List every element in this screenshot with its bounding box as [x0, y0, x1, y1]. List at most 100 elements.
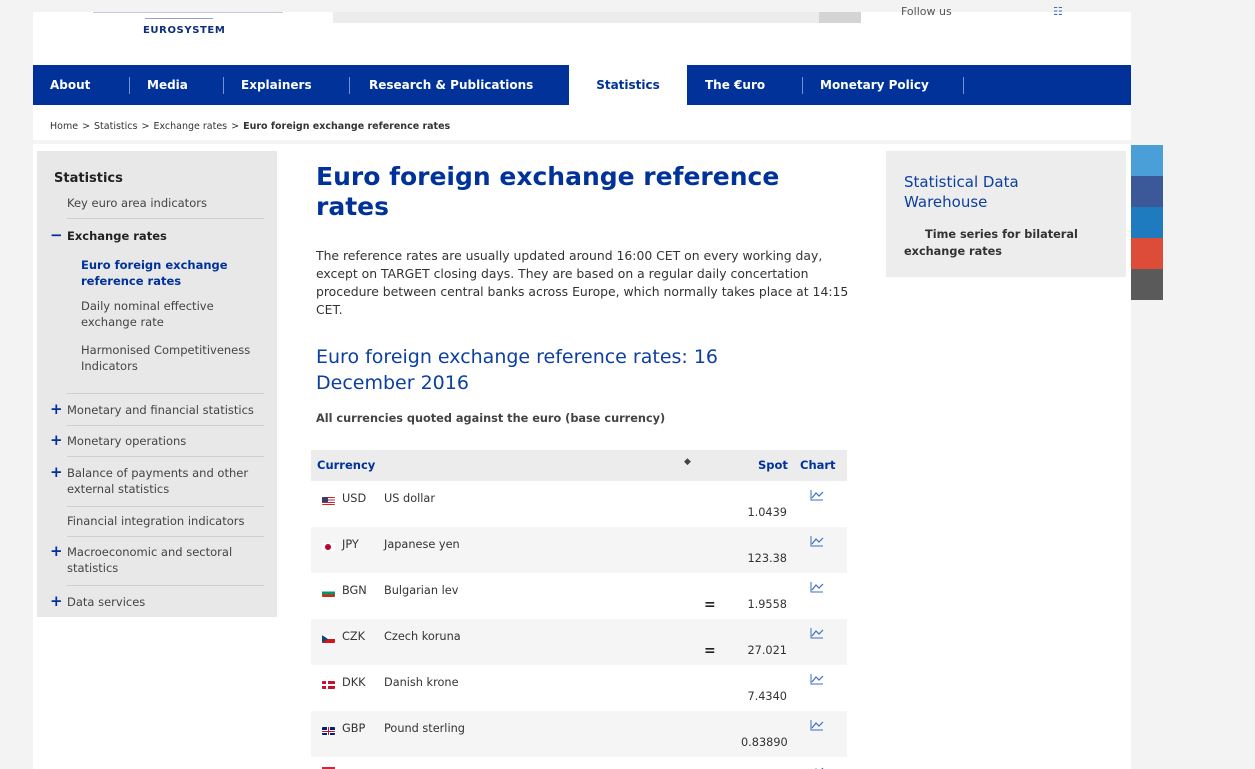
sdw-bilateral-link[interactable]: Time series for bilateral exchange rates — [904, 226, 1114, 260]
sidebar-title[interactable]: Statistics — [54, 171, 123, 186]
line-chart-icon[interactable] — [810, 627, 824, 639]
sidebar-divider — [67, 585, 264, 586]
share-linkedin-icon[interactable] — [1131, 207, 1163, 238]
nav-explainers[interactable]: Explainers — [241, 65, 312, 105]
search-input[interactable] — [333, 12, 819, 23]
header-spot[interactable]: Spot — [758, 458, 788, 472]
main-nav: About Media Explainers Research & Public… — [33, 65, 1131, 105]
sidebar-divider — [67, 506, 264, 507]
breadcrumb-home[interactable]: Home — [50, 121, 78, 132]
page-title: Euro foreign exchange reference rates — [316, 162, 780, 221]
currency-code: BGN — [342, 584, 367, 597]
nav-research-publications[interactable]: Research & Publications — [369, 65, 533, 105]
social-icon[interactable]: ☷ — [1053, 5, 1063, 18]
currency-name: Czech koruna — [384, 630, 461, 643]
nav-separator — [129, 77, 130, 94]
sidebar-item-financial-integration[interactable]: Financial integration indicators — [67, 513, 244, 529]
share-facebook-icon[interactable] — [1131, 176, 1163, 207]
spot-rate: 1.9558 — [747, 598, 787, 611]
share-email-icon[interactable] — [1131, 269, 1163, 300]
expand-icon[interactable]: + — [50, 463, 63, 481]
sidebar-item-key-indicators[interactable]: Key euro area indicators — [67, 195, 207, 211]
sidebar-divider — [67, 218, 264, 219]
sidebar-item-balance-of-payments[interactable]: Balance of payments and other external s… — [67, 465, 267, 497]
line-chart-icon[interactable] — [810, 719, 824, 731]
currency-code: USD — [342, 492, 367, 505]
sidebar-item-monetary-financial[interactable]: Monetary and financial statistics — [67, 402, 254, 418]
sidebar-divider — [67, 393, 264, 394]
share-google-icon[interactable] — [1131, 238, 1163, 269]
line-chart-icon[interactable] — [810, 581, 824, 593]
sidebar-item-data-services[interactable]: Data services — [67, 594, 145, 610]
nav-monetary-policy[interactable]: Monetary Policy — [820, 65, 929, 105]
breadcrumb-divider — [33, 140, 1131, 144]
currency-name: US dollar — [384, 492, 435, 505]
currency-name: Japanese yen — [384, 538, 460, 551]
line-chart-icon[interactable] — [810, 765, 824, 769]
sidebar-item-daily-nominal-rate[interactable]: Daily nominal effective exchange rate — [81, 298, 256, 330]
nav-separator — [349, 77, 350, 94]
nav-the-euro[interactable]: The €uro — [705, 65, 765, 105]
sidebar-item-macroeconomic[interactable]: Macroeconomic and sectoral statistics — [67, 544, 262, 576]
logo-rule — [145, 18, 213, 19]
logo-top-edge — [93, 12, 283, 15]
nav-about[interactable]: About — [50, 65, 90, 105]
table-header: Currency ◆ Spot Chart — [311, 450, 847, 481]
nav-separator — [963, 77, 964, 94]
breadcrumb-separator: > — [141, 121, 150, 132]
sort-icon[interactable]: ◆ — [684, 457, 691, 467]
sdw-title-link[interactable]: Statistical Data Warehouse — [904, 172, 1104, 212]
currency-code: DKK — [342, 676, 366, 689]
header: EUROSYSTEM Follow us ☷ — [33, 5, 1131, 64]
breadcrumb-exchange-rates[interactable]: Exchange rates — [153, 121, 227, 132]
line-chart-icon[interactable] — [810, 489, 824, 501]
currency-code: CZK — [342, 630, 366, 643]
table-row: DKK Danish krone 7.4340 — [311, 665, 847, 711]
table-row: JPY Japanese yen 123.38 — [311, 527, 847, 573]
line-chart-icon[interactable] — [810, 673, 824, 685]
unchanged-indicator: = — [704, 643, 716, 659]
flag-cz-icon — [322, 635, 335, 643]
table-row: CZK Czech koruna = 27.021 — [311, 619, 847, 665]
spot-rate: 123.38 — [747, 552, 787, 565]
breadcrumb-statistics[interactable]: Statistics — [94, 121, 137, 132]
table-row-partial — [311, 757, 847, 769]
sidebar-item-exchange-rates[interactable]: Exchange rates — [67, 228, 167, 244]
header-currency[interactable]: Currency — [317, 458, 375, 472]
flag-dk-icon — [322, 681, 335, 689]
breadcrumb-separator: > — [82, 121, 91, 132]
search-button[interactable] — [819, 12, 861, 23]
spot-rate: 0.83890 — [741, 736, 788, 749]
nav-statistics[interactable]: Statistics — [569, 65, 687, 105]
sidebar-item-harmonised-indicators[interactable]: Harmonised Competitiveness Indicators — [81, 342, 271, 374]
expand-icon[interactable]: + — [50, 431, 63, 449]
breadcrumb-current: Euro foreign exchange reference rates — [243, 121, 451, 132]
breadcrumb-separator: > — [231, 121, 240, 132]
sidebar-item-euro-reference-rates[interactable]: Euro foreign exchange reference rates — [81, 257, 256, 289]
table-row: USD US dollar 1.0439 — [311, 481, 847, 527]
currency-code: GBP — [342, 722, 366, 735]
logo-eurosystem[interactable]: EUROSYSTEM — [143, 25, 225, 36]
header-chart: Chart — [800, 458, 836, 472]
expand-icon[interactable]: + — [50, 400, 63, 418]
sdw-box: Statistical Data Warehouse Time series f… — [886, 151, 1126, 277]
sidebar-divider — [67, 456, 264, 457]
share-twitter-icon[interactable] — [1131, 145, 1163, 176]
spot-rate: 1.0439 — [747, 506, 787, 519]
intro-text: The reference rates are usually updated … — [316, 248, 849, 317]
sidebar-item-monetary-operations[interactable]: Monetary operations — [67, 433, 186, 449]
line-chart-icon[interactable] — [810, 535, 824, 547]
nav-media[interactable]: Media — [147, 65, 188, 105]
expand-icon[interactable]: + — [50, 592, 63, 610]
collapse-icon[interactable]: − — [50, 226, 63, 244]
base-currency-note: All currencies quoted against the euro (… — [316, 412, 666, 425]
currency-code: JPY — [342, 538, 359, 551]
sidebar: Statistics Key euro area indicators − Ex… — [37, 151, 277, 617]
flag-jp-icon — [322, 543, 335, 551]
flag-us-icon — [322, 497, 335, 505]
expand-icon[interactable]: + — [50, 542, 63, 560]
sidebar-divider — [67, 425, 264, 426]
unchanged-indicator: = — [704, 597, 716, 613]
breadcrumb: Home > Statistics > Exchange rates > Euro fore… — [50, 121, 450, 132]
flag-gb-icon — [322, 727, 335, 735]
